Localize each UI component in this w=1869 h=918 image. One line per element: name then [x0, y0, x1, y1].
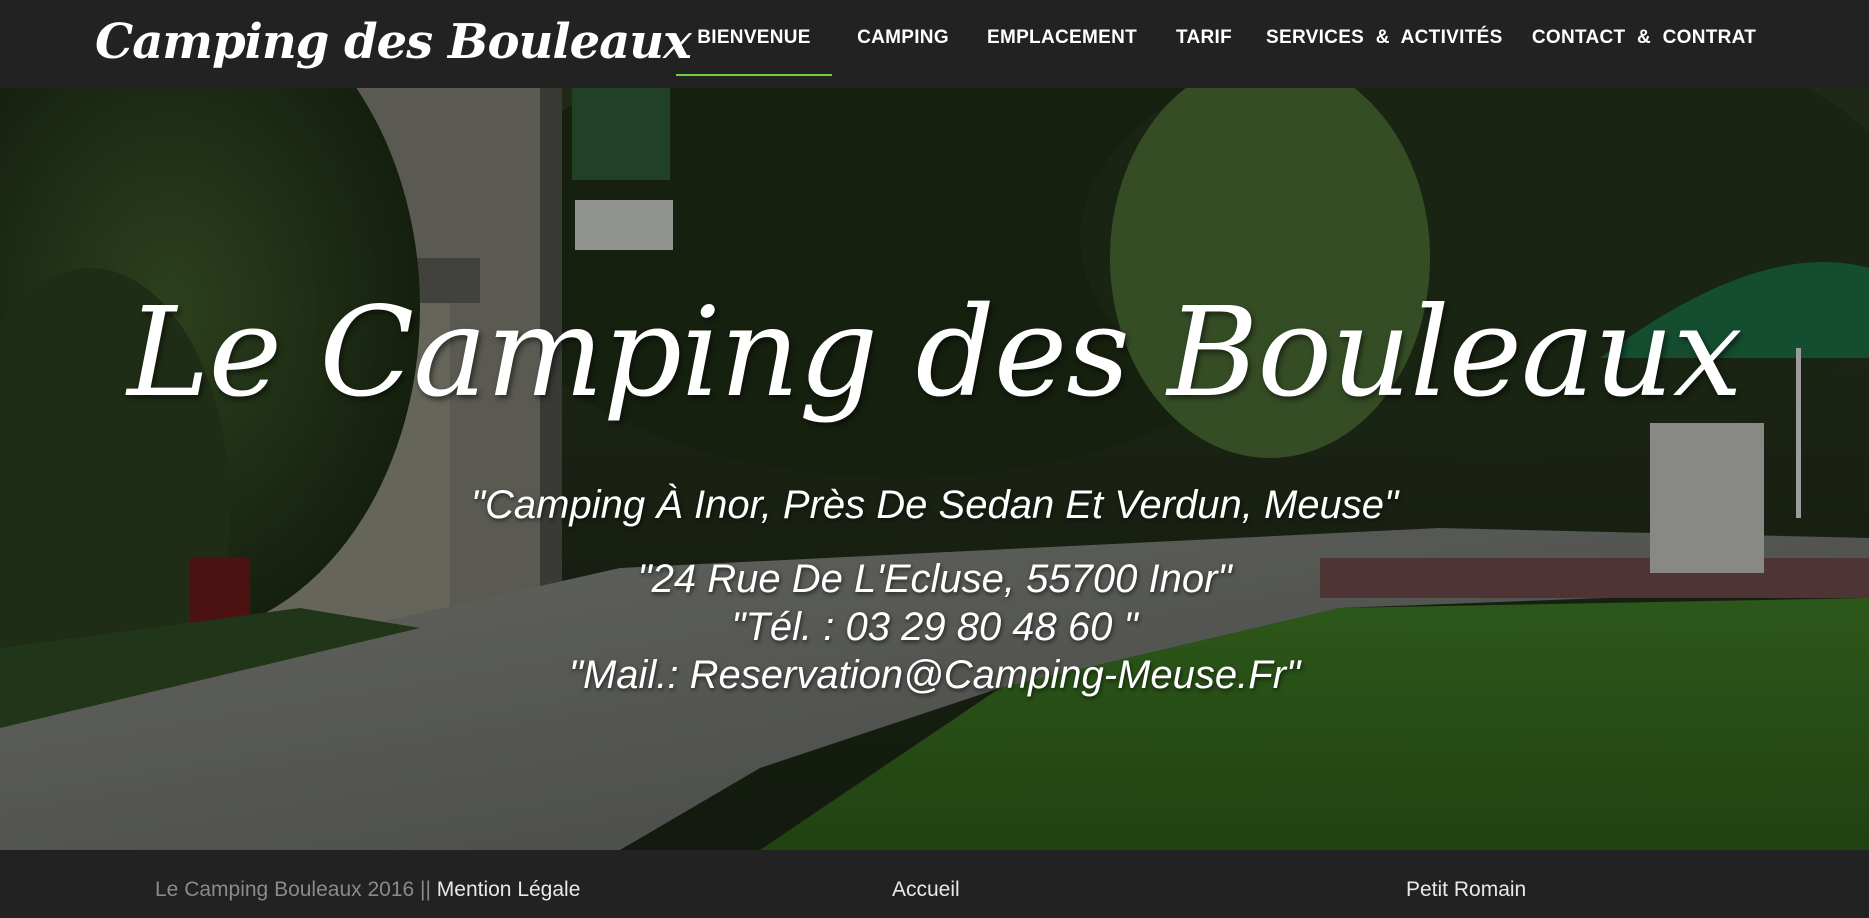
hero-title: Le Camping des Bouleaux [127, 281, 1742, 425]
hero-address: "24 Rue De L'Ecluse, 55700 Inor" [637, 557, 1232, 601]
nav-bienvenue[interactable]: BIENVENUE [676, 0, 832, 76]
brand-logo[interactable]: Camping des Bouleaux [95, 6, 692, 78]
footer-copyright: Le Camping Bouleaux 2016 || Mention Léga… [155, 878, 580, 902]
nav-tarif[interactable]: TARIF [1166, 0, 1242, 76]
hero-banner: Le Camping des Bouleaux "Camping À Inor,… [0, 88, 1869, 850]
footer-copyright-text: Le Camping Bouleaux 2016 || [155, 878, 431, 901]
nav-camping[interactable]: CAMPING [848, 0, 958, 76]
nav-contact-contrat[interactable]: CONTACT & CONTRAT [1526, 0, 1762, 76]
page-footer: Le Camping Bouleaux 2016 || Mention Léga… [0, 850, 1869, 918]
hero-email: "Mail.: Reservation@Camping-Meuse.Fr" [568, 653, 1301, 697]
footer-home-link[interactable]: Accueil [892, 878, 960, 902]
hero-subtitle: "Camping À Inor, Près De Sedan Et Verdun… [470, 483, 1399, 527]
hero-dark-overlay [0, 88, 1869, 850]
legal-notice-link[interactable]: Mention Légale [437, 878, 581, 901]
top-navbar: Camping des Bouleaux BIENVENUE CAMPING E… [0, 0, 1869, 88]
nav-emplacement[interactable]: EMPLACEMENT [982, 0, 1142, 76]
nav-services-activites[interactable]: SERVICES & ACTIVITÉS [1266, 0, 1502, 76]
footer-author: Petit Romain [1406, 878, 1527, 901]
hero-phone: "Tél. : 03 29 80 48 60 " [731, 605, 1138, 649]
